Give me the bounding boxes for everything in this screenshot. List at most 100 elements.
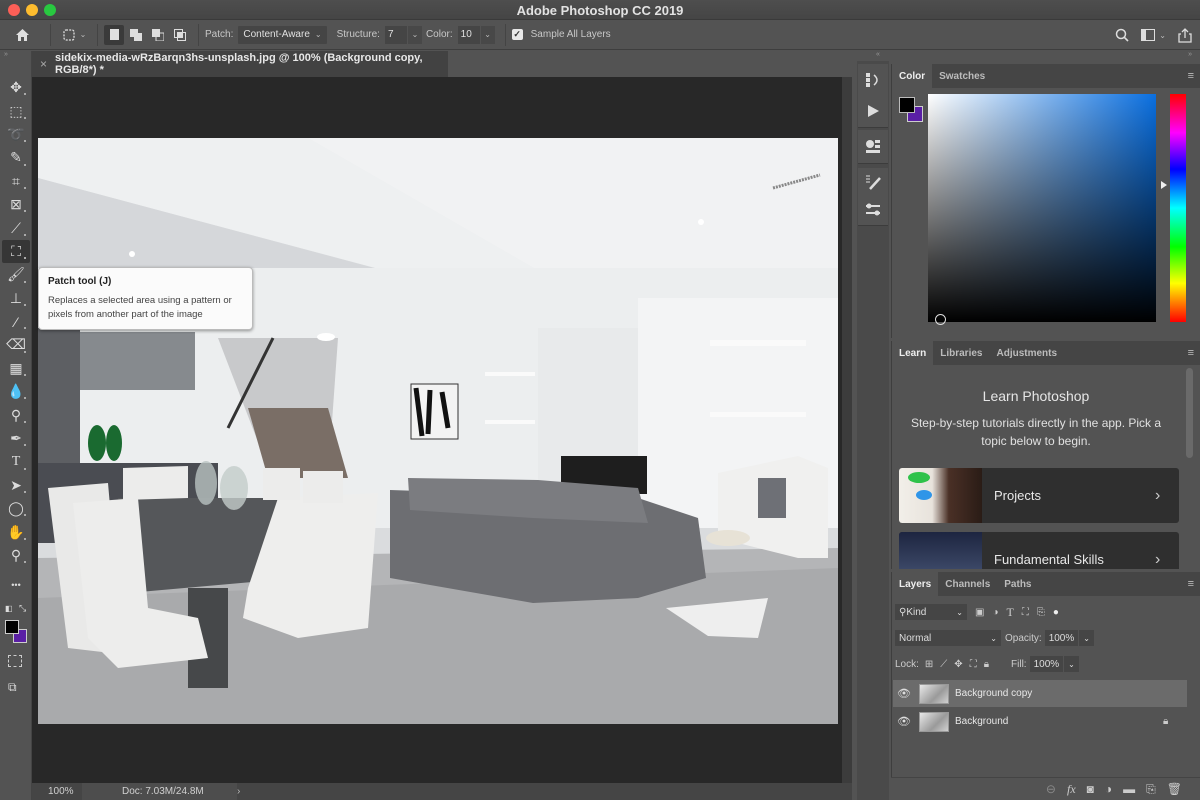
tool-clone-stamp[interactable]: ⊥ bbox=[2, 287, 30, 310]
expand-panels-icon[interactable]: » bbox=[1188, 51, 1192, 58]
adjustments-sliders-icon[interactable] bbox=[859, 196, 887, 224]
layer-filter-kind-dropdown[interactable]: ⚲Kind ⌄ bbox=[895, 604, 967, 620]
tab-color[interactable]: Color bbox=[892, 64, 933, 88]
tab-swatches[interactable]: Swatches bbox=[932, 64, 992, 88]
lock-image-pixels-icon[interactable]: ⟋ bbox=[940, 659, 947, 670]
trash-icon[interactable]: 🗑︎ bbox=[1167, 782, 1182, 796]
fill-input[interactable]: 100% bbox=[1029, 656, 1064, 672]
filter-adjustment-icon[interactable]: ◑ bbox=[992, 607, 998, 618]
visibility-eye-icon[interactable]: 👁︎ bbox=[893, 715, 915, 728]
tool-crop[interactable]: ⌗ bbox=[2, 170, 30, 193]
quick-mask-icon[interactable] bbox=[8, 655, 22, 667]
structure-input[interactable]: 7 bbox=[384, 25, 407, 44]
properties-icon[interactable] bbox=[859, 130, 887, 162]
swap-colors-icon[interactable]: ⤡ bbox=[19, 603, 26, 614]
patch-mode-dropdown[interactable]: Content-Aware ⌄ bbox=[238, 25, 327, 44]
sample-all-layers-checkbox[interactable]: ✓ bbox=[511, 29, 523, 40]
color-picker-cursor[interactable] bbox=[935, 314, 946, 325]
history-icon[interactable] bbox=[859, 64, 887, 96]
lock-position-icon[interactable]: ✥ bbox=[954, 659, 962, 670]
tab-libraries[interactable]: Libraries bbox=[933, 341, 989, 365]
actions-play-icon[interactable] bbox=[859, 96, 887, 128]
screen-mode-icon[interactable]: ⧉ bbox=[8, 680, 17, 695]
tool-quick-selection[interactable]: ✎ bbox=[2, 146, 30, 169]
filter-pixel-icon[interactable]: ▣ bbox=[975, 607, 984, 618]
panel-menu-icon[interactable]: ≡ bbox=[1188, 578, 1194, 590]
collapse-dock-icon[interactable]: « bbox=[876, 51, 880, 58]
filter-shape-icon[interactable]: ⛶ bbox=[1022, 607, 1029, 618]
opacity-dropdown-button[interactable]: ⌄ bbox=[1079, 630, 1094, 646]
panel-menu-icon[interactable]: ≡ bbox=[1188, 347, 1194, 359]
new-layer-icon[interactable]: ⎘ bbox=[1146, 782, 1156, 797]
subtract-from-selection-button[interactable] bbox=[148, 25, 168, 45]
structure-dropdown-button[interactable]: ⌄ bbox=[407, 25, 422, 44]
tool-pen[interactable]: ✒ bbox=[2, 427, 30, 450]
tab-adjustments[interactable]: Adjustments bbox=[989, 341, 1064, 365]
fx-icon[interactable]: fx bbox=[1067, 782, 1076, 797]
image-canvas[interactable] bbox=[38, 138, 838, 724]
mask-icon[interactable]: ◙ bbox=[1087, 782, 1094, 796]
filter-smart-object-icon[interactable]: ⎘ bbox=[1037, 607, 1045, 618]
hue-slider-pointer[interactable] bbox=[1161, 181, 1167, 189]
lock-artboard-icon[interactable]: ⛶ bbox=[970, 659, 977, 670]
filter-toggle-icon[interactable]: ● bbox=[1053, 607, 1059, 618]
vertical-scrollbar[interactable] bbox=[842, 77, 852, 783]
color-panel-foreground-swatch[interactable] bbox=[899, 97, 915, 113]
new-selection-button[interactable] bbox=[104, 24, 124, 45]
default-colors-icon[interactable]: ◧ bbox=[5, 604, 13, 613]
tab-paths[interactable]: Paths bbox=[997, 572, 1038, 596]
foreground-color-swatch[interactable] bbox=[5, 620, 19, 634]
filter-type-icon[interactable]: T bbox=[1007, 605, 1014, 620]
tool-path-selection[interactable]: ➤ bbox=[2, 474, 30, 497]
brush-settings-icon[interactable] bbox=[859, 168, 887, 196]
lock-transparent-pixels-icon[interactable]: ⊞ bbox=[925, 659, 933, 670]
layer-row[interactable]: 👁︎ Background 🔒︎ bbox=[893, 708, 1187, 735]
layer-row[interactable]: 👁︎ Background copy bbox=[893, 680, 1187, 707]
intersect-selection-button[interactable] bbox=[170, 25, 190, 45]
blend-mode-dropdown[interactable]: Normal ⌄ bbox=[895, 630, 1001, 646]
lock-all-icon[interactable]: 🔒︎ bbox=[984, 659, 989, 670]
zoom-level[interactable]: 100% bbox=[32, 786, 82, 797]
color-dropdown-button[interactable]: ⌄ bbox=[480, 25, 495, 44]
learn-card-projects[interactable]: Projects › bbox=[899, 468, 1179, 523]
color-picker-field[interactable] bbox=[928, 94, 1156, 322]
workspace-switcher[interactable]: ⌄ bbox=[1141, 29, 1166, 41]
tool-patch[interactable]: ⛶ bbox=[2, 239, 30, 264]
learn-scrollbar[interactable] bbox=[1186, 368, 1193, 458]
tool-rectangular-marquee[interactable]: ⬚ bbox=[2, 99, 30, 122]
panel-menu-icon[interactable]: ≡ bbox=[1188, 70, 1194, 82]
adjustment-layer-icon[interactable]: ◑ bbox=[1105, 782, 1112, 796]
home-button[interactable] bbox=[0, 28, 44, 42]
tool-eyedropper[interactable]: ⟋ bbox=[2, 216, 30, 239]
collapse-toolbox-button[interactable]: » bbox=[0, 51, 32, 61]
link-icon[interactable]: ⊖ bbox=[1046, 782, 1056, 796]
document-tab[interactable]: × sidekix-media-wRzBarqn3hs-unsplash.jpg… bbox=[32, 51, 448, 77]
learn-card-fundamental-skills[interactable]: Fundamental Skills › bbox=[899, 532, 1179, 569]
add-to-selection-button[interactable] bbox=[126, 25, 146, 45]
tab-learn[interactable]: Learn bbox=[892, 341, 934, 365]
tool-lasso[interactable]: ➰ bbox=[2, 123, 30, 146]
close-document-icon[interactable]: × bbox=[40, 57, 47, 71]
visibility-eye-icon[interactable]: 👁︎ bbox=[893, 687, 915, 700]
tool-zoom[interactable]: ⚲ bbox=[2, 544, 30, 567]
tool-brush[interactable]: 🖌 bbox=[2, 263, 30, 286]
tool-move[interactable]: ✥ bbox=[2, 76, 30, 99]
opacity-input[interactable]: 100% bbox=[1044, 630, 1079, 646]
color-input[interactable]: 10 bbox=[457, 25, 480, 44]
tool-ellipse[interactable]: ◯ bbox=[2, 497, 30, 520]
search-icon[interactable] bbox=[1115, 28, 1129, 42]
group-folder-icon[interactable]: ▬ bbox=[1123, 782, 1135, 796]
tool-blur[interactable]: 💧 bbox=[2, 380, 30, 403]
tool-history-brush[interactable]: ⁄ bbox=[2, 310, 30, 333]
share-icon[interactable] bbox=[1178, 27, 1192, 43]
status-menu-arrow[interactable]: › bbox=[237, 786, 257, 797]
fill-dropdown-button[interactable]: ⌄ bbox=[1064, 656, 1079, 672]
tool-frame[interactable]: ⊠ bbox=[2, 193, 30, 216]
tool-edit-toolbar[interactable]: ••• bbox=[2, 573, 30, 596]
tool-preset-picker[interactable]: ⌄ bbox=[57, 28, 91, 42]
tab-channels[interactable]: Channels bbox=[938, 572, 997, 596]
tool-gradient[interactable]: ▦ bbox=[2, 357, 30, 380]
tool-type[interactable]: T bbox=[2, 450, 30, 473]
tool-eraser[interactable]: ⌫ bbox=[2, 333, 30, 356]
lock-icon[interactable]: 🔒︎ bbox=[1163, 716, 1187, 727]
